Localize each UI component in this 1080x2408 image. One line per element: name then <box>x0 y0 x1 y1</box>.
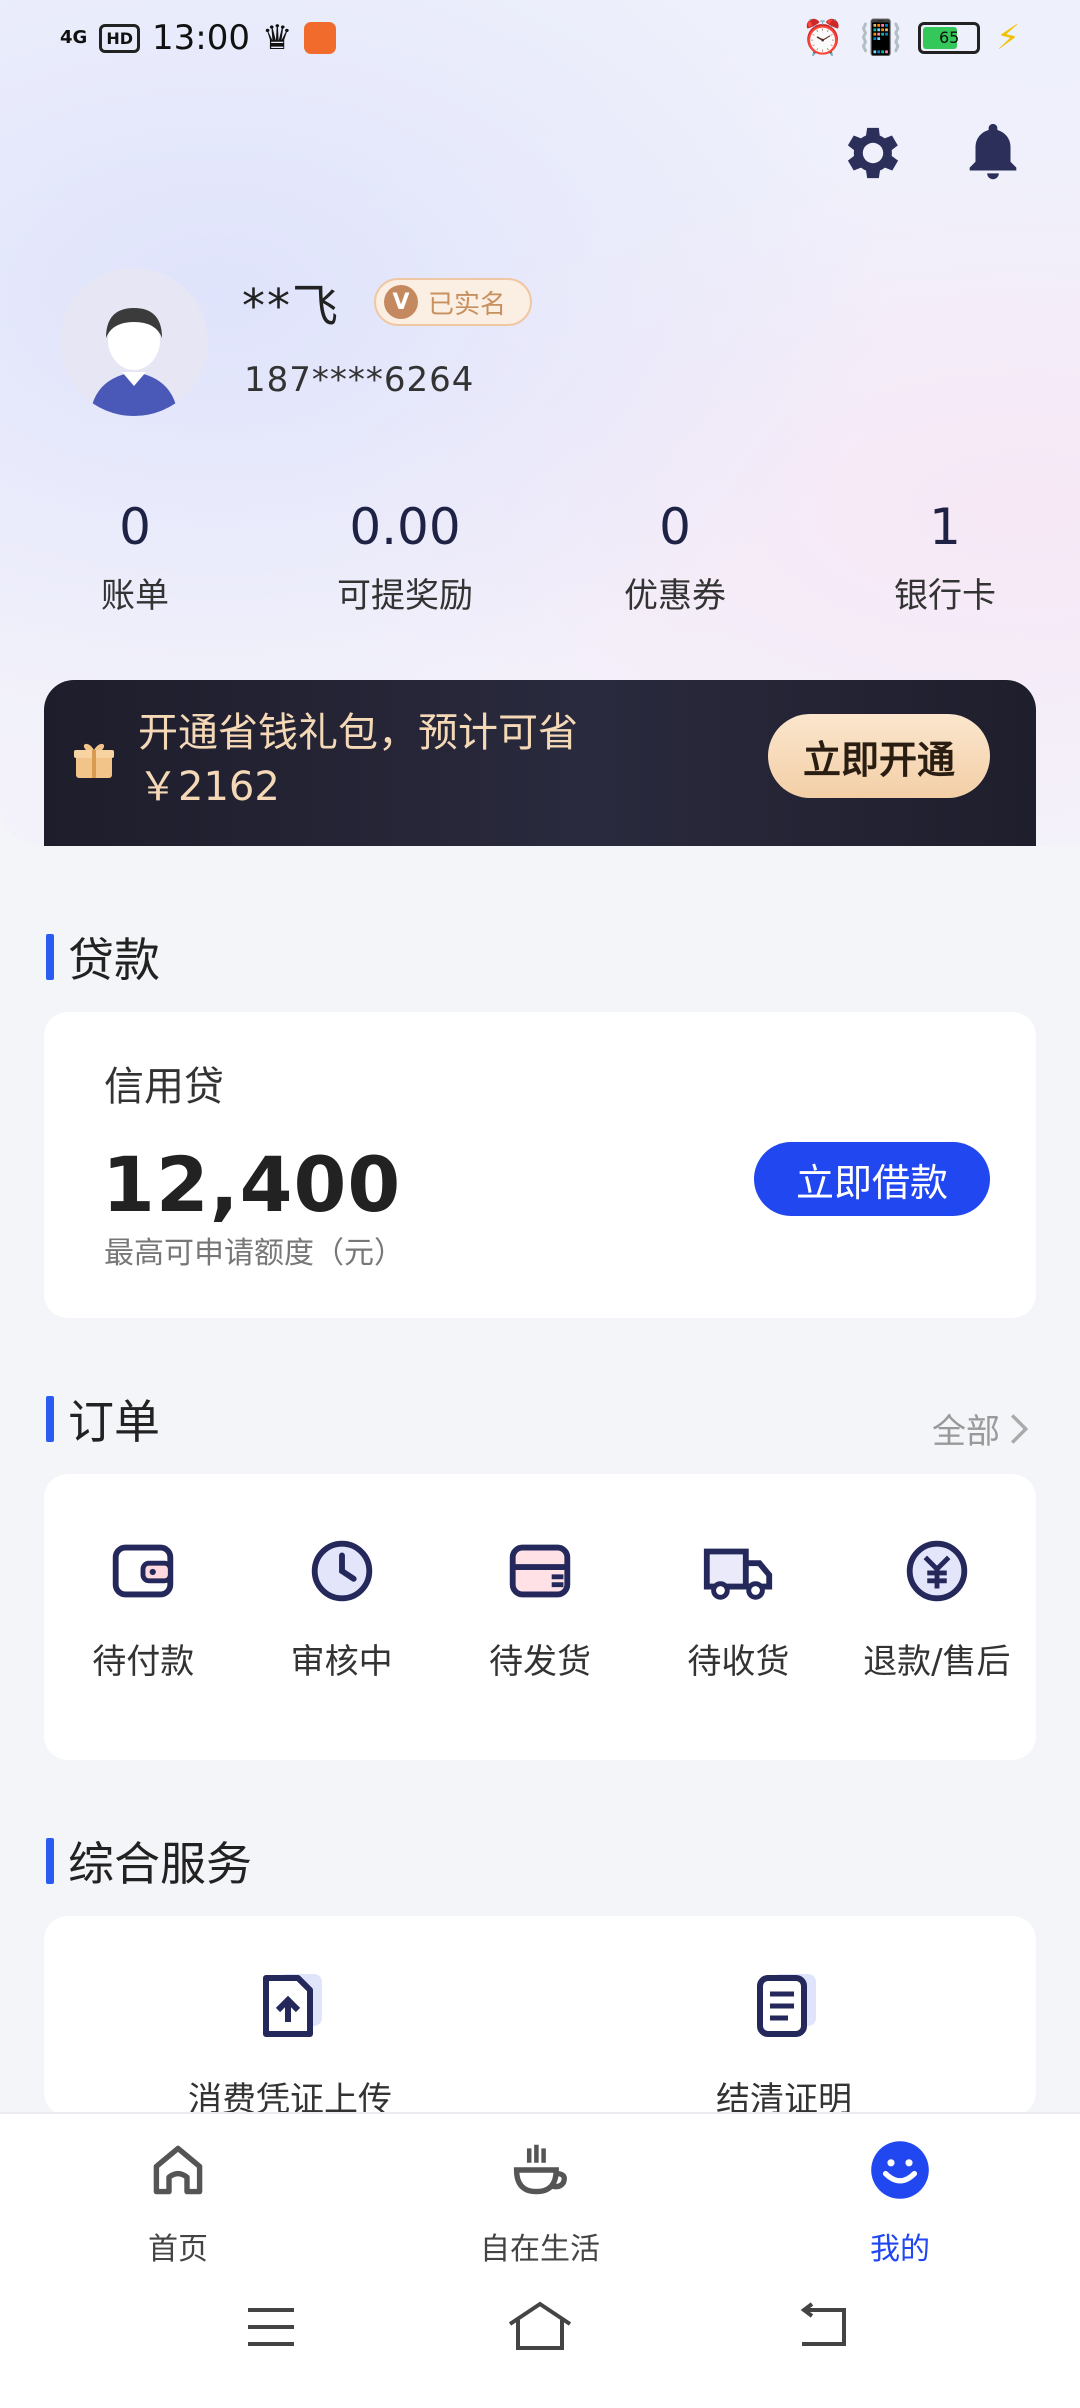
vip-v-icon: V <box>384 285 418 319</box>
status-bar: 4G HD 13:00 ♛ ⏰ 📳 65 ⚡ <box>60 18 1020 68</box>
account-stats: 0 账单 0.00 可提奖励 0 优惠券 1 银行卡 <box>0 492 1080 616</box>
status-time: 13:00 <box>151 18 250 58</box>
stat-label: 银行卡 <box>894 576 996 616</box>
stat-bank-cards[interactable]: 1 银行卡 <box>810 492 1080 616</box>
smile-icon <box>871 2141 929 2199</box>
tab-label: 我的 <box>870 2232 930 2267</box>
system-navigation-bar <box>0 2272 1080 2408</box>
tab-life[interactable]: 自在生活 <box>440 2134 640 2268</box>
promo-text: 开通省钱礼包，预计可省 <box>138 710 578 756</box>
vibrate-icon: 📳 <box>859 18 903 58</box>
tab-home[interactable]: 首页 <box>78 2134 278 2268</box>
coffee-icon <box>513 2144 567 2195</box>
back-icon[interactable] <box>796 2300 852 2352</box>
user-phone: 187****6264 <box>244 360 475 400</box>
orders-section-title: 订单 <box>46 1386 160 1452</box>
package-icon <box>509 1544 571 1598</box>
wallet-icon <box>112 1544 174 1598</box>
borrow-now-button[interactable]: 立即借款 <box>754 1142 990 1216</box>
stat-value: 0 <box>119 498 151 556</box>
order-pending-receipt[interactable]: 待收货 <box>639 1532 837 1683</box>
gift-icon <box>74 743 114 778</box>
order-pending-shipment[interactable]: 待发货 <box>441 1532 639 1683</box>
stat-value: 1 <box>929 498 961 556</box>
stat-value: 0.00 <box>349 498 461 556</box>
tab-label: 首页 <box>148 2232 208 2267</box>
chevron-right-icon <box>1010 1413 1029 1444</box>
home-nav-icon[interactable] <box>504 2298 576 2354</box>
order-item-label: 审核中 <box>290 1642 393 1682</box>
section-title-text: 订单 <box>68 1395 160 1449</box>
section-title-text: 综合服务 <box>68 1837 252 1891</box>
orders-card: 待付款 审核中 待发货 待收货 退款/售后 <box>44 1474 1036 1760</box>
stat-value: 0 <box>659 498 691 556</box>
verified-label: 已实名 <box>428 289 507 320</box>
view-all-orders-link[interactable]: 全部 <box>932 1404 1030 1453</box>
avatar[interactable] <box>60 268 208 416</box>
order-under-review[interactable]: 审核中 <box>242 1532 440 1683</box>
crown-icon: ♛ <box>261 18 293 58</box>
alarm-icon: ⏰ <box>801 18 844 58</box>
upload-document-icon <box>263 1974 322 2037</box>
view-all-label: 全部 <box>932 1412 1000 1452</box>
activate-now-button[interactable]: 立即开通 <box>768 714 990 798</box>
hd-indicator: HD <box>99 23 140 53</box>
menu-icon[interactable] <box>244 2302 298 2352</box>
loan-section-title: 贷款 <box>46 924 160 990</box>
tab-mine[interactable]: 我的 <box>800 2134 1000 2268</box>
tab-label: 自在生活 <box>480 2232 600 2267</box>
battery-level: 65 <box>938 28 960 47</box>
notification-bell-icon[interactable] <box>958 118 1028 188</box>
network-indicator: 4G <box>60 27 88 48</box>
loan-product-name: 信用贷 <box>104 1064 224 1110</box>
user-name: **飞 <box>242 279 340 333</box>
app-notification-icon <box>304 22 337 54</box>
truck-icon <box>704 1548 773 1600</box>
promo-amount: ￥2162 <box>138 764 280 810</box>
stat-coupons[interactable]: 0 优惠券 <box>540 492 810 616</box>
order-item-label: 待收货 <box>687 1642 790 1682</box>
bottom-tab-bar: 首页 自在生活 我的 <box>0 2112 1080 2274</box>
verified-badge: V 已实名 <box>374 278 533 326</box>
section-marker <box>46 1838 54 1884</box>
services-section-title: 综合服务 <box>46 1828 252 1894</box>
savings-package-banner[interactable]: 开通省钱礼包，预计可省 ￥2162 立即开通 <box>44 680 1036 846</box>
order-item-label: 退款/售后 <box>863 1642 1011 1682</box>
settings-gear-icon[interactable] <box>838 118 908 188</box>
loan-amount: 12,400 <box>102 1140 402 1229</box>
service-upload-voucher[interactable]: 消费凭证上传 <box>140 1966 440 2121</box>
clock-icon <box>311 1540 372 1602</box>
stat-label: 优惠券 <box>624 576 726 616</box>
order-pending-payment[interactable]: 待付款 <box>44 1532 242 1683</box>
section-marker <box>46 1396 54 1442</box>
loan-amount-caption: 最高可申请额度（元） <box>104 1236 404 1271</box>
section-marker <box>46 934 54 980</box>
order-refund-aftersales[interactable]: 退款/售后 <box>838 1532 1036 1683</box>
stat-rewards[interactable]: 0.00 可提奖励 <box>270 492 540 616</box>
order-item-label: 待付款 <box>92 1642 195 1682</box>
refund-icon <box>906 1540 968 1602</box>
charging-icon: ⚡ <box>996 18 1020 58</box>
home-icon <box>153 2145 203 2195</box>
stat-label: 可提奖励 <box>337 576 473 616</box>
order-item-label: 待发货 <box>489 1642 592 1682</box>
stat-bills[interactable]: 0 账单 <box>0 492 270 616</box>
credit-loan-card[interactable]: 信用贷 12,400 最高可申请额度（元） 立即借款 <box>44 1012 1036 1318</box>
services-card: 消费凭证上传 结清证明 <box>44 1916 1036 2120</box>
document-icon <box>757 1974 816 2037</box>
service-settlement-certificate[interactable]: 结清证明 <box>634 1966 934 2121</box>
stat-label: 账单 <box>101 576 169 616</box>
battery-icon: 65 <box>918 22 981 54</box>
section-title-text: 贷款 <box>68 933 160 987</box>
